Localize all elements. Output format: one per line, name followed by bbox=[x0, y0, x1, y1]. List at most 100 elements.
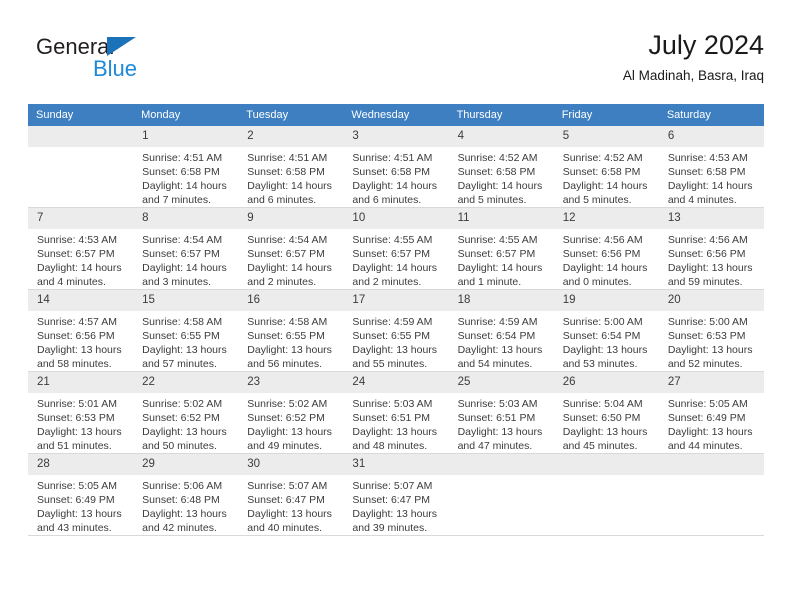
calendar-day-cell[interactable]: 25 Sunrise: 5:03 AM Sunset: 6:51 PM Dayligh… bbox=[448, 371, 554, 454]
day-details: Sunrise: 5:05 AM Sunset: 6:49 PM Daylight:… bbox=[659, 393, 764, 453]
sunset-text: Sunset: 6:57 PM bbox=[352, 248, 431, 260]
day-number: 11 bbox=[448, 208, 554, 229]
calendar-day-cell[interactable]: 24 Sunrise: 5:03 AM Sunset: 6:51 PM Dayligh… bbox=[343, 371, 449, 454]
sunset-text: Sunset: 6:55 PM bbox=[352, 330, 431, 342]
daylight-text: Daylight: 13 hours bbox=[457, 344, 543, 356]
calendar-day-cell[interactable]: 7 Sunrise: 4:53 AM Sunset: 6:57 PM Daylight… bbox=[28, 207, 134, 290]
sunset-text: Sunset: 6:57 PM bbox=[457, 248, 536, 260]
daylight-text: Daylight: 13 hours bbox=[457, 426, 543, 438]
day-details: Sunrise: 4:54 AM Sunset: 6:57 PM Daylight:… bbox=[133, 229, 238, 289]
calendar-day-cell[interactable]: 3 Sunrise: 4:51 AM Sunset: 6:58 PM Daylight… bbox=[343, 126, 449, 208]
daylight-text: Daylight: 14 hours bbox=[562, 180, 648, 192]
day-details: Sunrise: 4:58 AM Sunset: 6:55 PM Daylight:… bbox=[133, 311, 238, 371]
sunrise-text: Sunrise: 4:56 AM bbox=[562, 234, 643, 246]
daylight-text: Daylight: 13 hours bbox=[667, 426, 753, 438]
day-details: Sunrise: 4:51 AM Sunset: 6:58 PM Daylight:… bbox=[343, 147, 448, 207]
sunset-text: Sunset: 6:57 PM bbox=[142, 248, 220, 260]
day-number: 4 bbox=[448, 126, 554, 147]
calendar-day-cell[interactable]: 18 Sunrise: 4:59 AM Sunset: 6:54 PM Dayligh… bbox=[448, 289, 554, 372]
daylight-text: and 44 minutes. bbox=[667, 440, 743, 452]
day-number bbox=[658, 454, 764, 475]
sunrise-text: Sunrise: 4:58 AM bbox=[247, 316, 328, 328]
daylight-text: Daylight: 13 hours bbox=[352, 344, 438, 356]
calendar-day-cell[interactable]: 8 Sunrise: 4:54 AM Sunset: 6:57 PM Daylight… bbox=[133, 207, 239, 290]
calendar-day-cell[interactable]: 29 Sunrise: 5:06 AM Sunset: 6:48 PM Dayligh… bbox=[133, 453, 239, 536]
calendar-day-cell[interactable]: 9 Sunrise: 4:54 AM Sunset: 6:57 PM Daylight… bbox=[238, 207, 344, 290]
calendar-day-cell[interactable]: 10 Sunrise: 4:55 AM Sunset: 6:57 PM Dayligh… bbox=[343, 207, 449, 290]
calendar-empty-cell bbox=[448, 453, 554, 536]
sunrise-text: Sunrise: 4:58 AM bbox=[142, 316, 223, 328]
calendar-day-cell[interactable]: 5 Sunrise: 4:52 AM Sunset: 6:58 PM Daylight… bbox=[553, 126, 659, 208]
calendar-day-cell[interactable]: 4 Sunrise: 4:52 AM Sunset: 6:58 PM Daylight… bbox=[448, 126, 554, 208]
sunset-text: Sunset: 6:58 PM bbox=[457, 166, 536, 178]
sunrise-text: Sunrise: 5:05 AM bbox=[667, 398, 748, 410]
daylight-text: and 59 minutes. bbox=[667, 276, 743, 288]
calendar-empty-cell bbox=[28, 126, 134, 208]
calendar-day-cell[interactable]: 16 Sunrise: 4:58 AM Sunset: 6:55 PM Dayligh… bbox=[238, 289, 344, 372]
weekday-header-row: Sunday Monday Tuesday Wednesday Thursday… bbox=[28, 104, 764, 126]
daylight-text: Daylight: 13 hours bbox=[667, 344, 753, 356]
day-details: Sunrise: 4:59 AM Sunset: 6:55 PM Daylight:… bbox=[343, 311, 448, 371]
calendar-day-cell[interactable]: 26 Sunrise: 5:04 AM Sunset: 6:50 PM Dayligh… bbox=[553, 371, 659, 454]
calendar-day-cell[interactable]: 6 Sunrise: 4:53 AM Sunset: 6:58 PM Daylight… bbox=[658, 126, 764, 208]
daylight-text: Daylight: 14 hours bbox=[562, 262, 648, 274]
day-number: 16 bbox=[238, 290, 344, 311]
day-details: Sunrise: 4:56 AM Sunset: 6:56 PM Daylight:… bbox=[659, 229, 764, 289]
day-details: Sunrise: 5:03 AM Sunset: 6:51 PM Daylight:… bbox=[343, 393, 448, 453]
daylight-text: and 7 minutes. bbox=[142, 194, 212, 206]
daylight-text: and 52 minutes. bbox=[667, 358, 743, 370]
general-blue-logo: General Blue bbox=[36, 34, 216, 90]
day-details bbox=[449, 475, 554, 479]
sunset-text: Sunset: 6:49 PM bbox=[667, 412, 746, 424]
daylight-text: Daylight: 13 hours bbox=[562, 426, 648, 438]
sunset-text: Sunset: 6:56 PM bbox=[562, 248, 641, 260]
day-details: Sunrise: 5:07 AM Sunset: 6:47 PM Daylight:… bbox=[343, 475, 448, 535]
calendar-day-cell[interactable]: 11 Sunrise: 4:55 AM Sunset: 6:57 PM Dayligh… bbox=[448, 207, 554, 290]
calendar-day-cell[interactable]: 21 Sunrise: 5:01 AM Sunset: 6:53 PM Dayligh… bbox=[28, 371, 134, 454]
day-number: 10 bbox=[343, 208, 449, 229]
daylight-text: and 1 minute. bbox=[457, 276, 522, 288]
calendar-day-cell[interactable]: 15 Sunrise: 4:58 AM Sunset: 6:55 PM Dayligh… bbox=[133, 289, 239, 372]
calendar-day-cell[interactable]: 22 Sunrise: 5:02 AM Sunset: 6:52 PM Dayligh… bbox=[133, 371, 239, 454]
daylight-text: and 4 minutes. bbox=[37, 276, 106, 288]
calendar-week-row: 1 Sunrise: 4:51 AM Sunset: 6:58 PM Daylight… bbox=[28, 126, 764, 208]
calendar-day-cell[interactable]: 13 Sunrise: 4:56 AM Sunset: 6:56 PM Dayligh… bbox=[658, 207, 764, 290]
calendar-day-cell[interactable]: 2 Sunrise: 4:51 AM Sunset: 6:58 PM Daylight… bbox=[238, 126, 344, 208]
day-number: 1 bbox=[133, 126, 239, 147]
calendar-day-cell[interactable]: 28 Sunrise: 5:05 AM Sunset: 6:49 PM Dayligh… bbox=[28, 453, 134, 536]
calendar-day-cell[interactable]: 27 Sunrise: 5:05 AM Sunset: 6:49 PM Dayligh… bbox=[658, 371, 764, 454]
sunset-text: Sunset: 6:52 PM bbox=[142, 412, 220, 424]
calendar-day-cell[interactable]: 1 Sunrise: 4:51 AM Sunset: 6:58 PM Daylight… bbox=[133, 126, 239, 208]
sunset-text: Sunset: 6:47 PM bbox=[247, 494, 325, 506]
day-number bbox=[448, 454, 554, 475]
day-details: Sunrise: 4:55 AM Sunset: 6:57 PM Daylight:… bbox=[343, 229, 448, 289]
daylight-text: Daylight: 13 hours bbox=[247, 344, 332, 356]
daylight-text: Daylight: 14 hours bbox=[667, 180, 753, 192]
sunset-text: Sunset: 6:53 PM bbox=[37, 412, 115, 424]
calendar-day-cell[interactable]: 17 Sunrise: 4:59 AM Sunset: 6:55 PM Dayligh… bbox=[343, 289, 449, 372]
calendar-day-cell[interactable]: 31 Sunrise: 5:07 AM Sunset: 6:47 PM Dayligh… bbox=[343, 453, 449, 536]
sunset-text: Sunset: 6:51 PM bbox=[352, 412, 431, 424]
sunrise-text: Sunrise: 4:55 AM bbox=[352, 234, 433, 246]
calendar-day-cell[interactable]: 20 Sunrise: 5:00 AM Sunset: 6:53 PM Dayligh… bbox=[658, 289, 764, 372]
day-number: 6 bbox=[658, 126, 764, 147]
calendar-day-cell[interactable]: 12 Sunrise: 4:56 AM Sunset: 6:56 PM Dayligh… bbox=[553, 207, 659, 290]
day-details: Sunrise: 4:58 AM Sunset: 6:55 PM Daylight:… bbox=[238, 311, 343, 371]
sunrise-text: Sunrise: 5:03 AM bbox=[457, 398, 538, 410]
sunrise-text: Sunrise: 5:05 AM bbox=[37, 480, 117, 492]
page-title: July 2024 bbox=[648, 30, 764, 60]
daylight-text: Daylight: 14 hours bbox=[247, 180, 332, 192]
calendar-day-cell[interactable]: 14 Sunrise: 4:57 AM Sunset: 6:56 PM Dayligh… bbox=[28, 289, 134, 372]
day-number: 18 bbox=[448, 290, 554, 311]
day-number: 17 bbox=[343, 290, 449, 311]
daylight-text: and 58 minutes. bbox=[37, 358, 112, 370]
daylight-text: Daylight: 14 hours bbox=[457, 180, 543, 192]
sunset-text: Sunset: 6:50 PM bbox=[562, 412, 641, 424]
calendar-day-cell[interactable]: 23 Sunrise: 5:02 AM Sunset: 6:52 PM Dayligh… bbox=[238, 371, 344, 454]
daylight-text: and 43 minutes. bbox=[37, 522, 112, 534]
day-details: Sunrise: 5:02 AM Sunset: 6:52 PM Daylight:… bbox=[238, 393, 343, 453]
sunrise-text: Sunrise: 5:00 AM bbox=[562, 316, 643, 328]
daylight-text: and 3 minutes. bbox=[142, 276, 212, 288]
calendar-day-cell[interactable]: 30 Sunrise: 5:07 AM Sunset: 6:47 PM Dayligh… bbox=[238, 453, 344, 536]
calendar-day-cell[interactable]: 19 Sunrise: 5:00 AM Sunset: 6:54 PM Dayligh… bbox=[553, 289, 659, 372]
